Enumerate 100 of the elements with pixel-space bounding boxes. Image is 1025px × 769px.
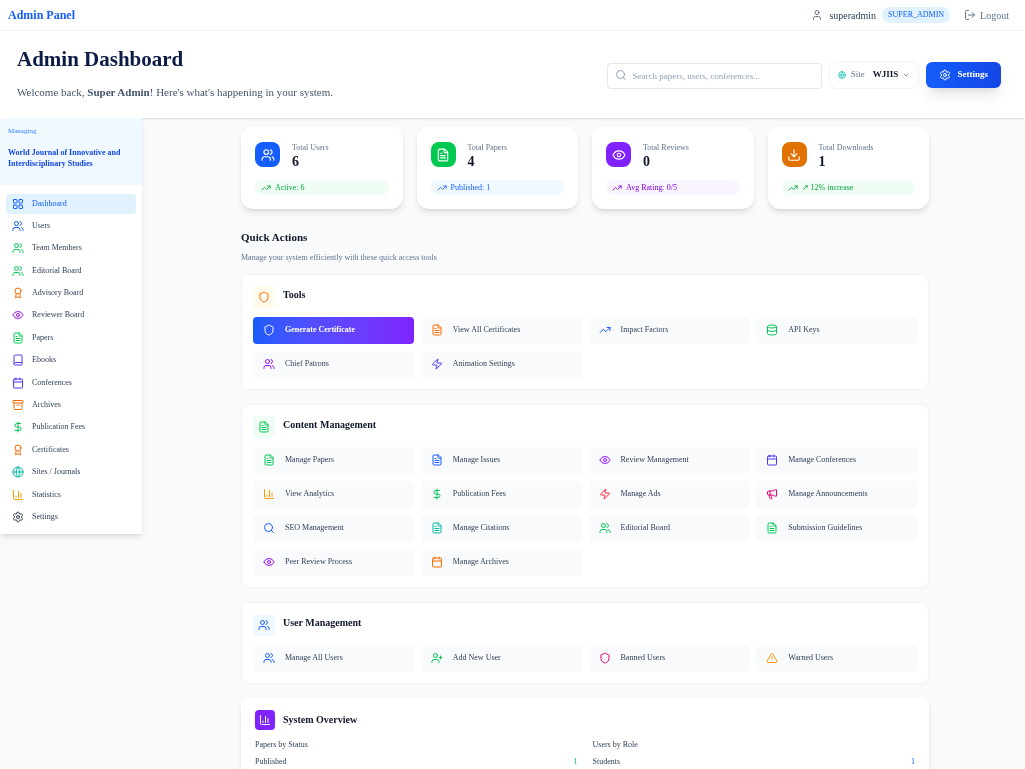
site-selector[interactable]: Site WJIIS <box>829 60 920 89</box>
eye-icon <box>263 556 275 568</box>
document-icon <box>263 454 275 466</box>
action-button[interactable]: Animation Settings <box>420 350 582 378</box>
action-button[interactable]: Banned Users <box>588 644 750 672</box>
sidebar-item[interactable]: Advisory Board <box>6 283 136 304</box>
trend-up-icon <box>261 182 271 193</box>
settings-button[interactable]: Settings <box>926 61 1001 88</box>
download-icon <box>781 142 807 167</box>
trend-up-icon <box>787 182 798 193</box>
role-badge: SUPER_ADMIN <box>882 7 951 23</box>
action-button[interactable]: Manage Citations <box>420 514 582 542</box>
users-icon <box>12 264 24 277</box>
eye-icon <box>606 142 631 167</box>
sidebar-item[interactable]: Archives <box>6 395 136 415</box>
user-icon <box>811 9 824 21</box>
action-button[interactable]: Submission Guidelines <box>756 514 917 542</box>
action-button[interactable]: Editorial Board <box>588 514 750 542</box>
lightning-icon <box>430 358 443 370</box>
users-icon <box>598 522 611 534</box>
settings-icon <box>12 510 24 523</box>
stat-note-text: ↗ 12% increase <box>801 181 854 194</box>
trend-up-icon <box>598 324 611 336</box>
action-button[interactable]: Chief Patrons <box>253 350 414 378</box>
stat-label: Total Users <box>292 142 329 154</box>
action-button[interactable]: Manage Ads <box>588 480 750 508</box>
page-title: Admin Dashboard <box>17 48 185 70</box>
logout-button[interactable]: Logout <box>964 7 1009 23</box>
sidebar-item[interactable]: Conferences <box>6 372 136 393</box>
sidebar-item[interactable]: Users <box>6 215 136 236</box>
sidebar-item[interactable]: Dashboard <box>6 193 136 214</box>
row-label: Students <box>592 755 621 768</box>
document-icon <box>253 415 275 438</box>
panel-title: System Overview <box>283 713 358 727</box>
panel-title: Tools <box>283 288 306 302</box>
sidebar-item[interactable]: Publication Fees <box>6 417 136 438</box>
panel-title: User Management <box>283 616 362 630</box>
document-icon <box>430 522 443 534</box>
action-button[interactable]: Review Management <box>588 446 750 474</box>
sidebar-item[interactable]: Sites / Journals <box>6 462 136 483</box>
action-button[interactable]: Generate Certificate <box>253 316 414 344</box>
sidebar-item[interactable]: Editorial Board <box>6 260 136 281</box>
stat-value: 4 <box>467 154 476 170</box>
section-heading: Quick Actions <box>241 230 309 245</box>
stat-label: Total Downloads <box>818 142 874 154</box>
stat-label: Total Papers <box>467 142 508 154</box>
sidebar-item[interactable]: Settings <box>6 506 136 527</box>
action-button[interactable]: Publication Fees <box>420 480 582 508</box>
action-button[interactable]: Manage All Users <box>253 644 414 672</box>
trend-up-icon <box>436 182 447 193</box>
action-button[interactable]: Impact Factors <box>588 316 750 344</box>
users-icon <box>263 358 275 370</box>
calendar-icon <box>12 376 24 389</box>
action-button[interactable]: Manage Issues <box>420 446 582 474</box>
sidebar-item[interactable]: Ebooks <box>6 350 136 371</box>
stat-note-text: Published: 1 <box>450 181 491 194</box>
settings-icon <box>939 68 952 81</box>
document-icon <box>12 331 24 344</box>
action-button[interactable]: SEO Management <box>253 514 414 542</box>
stat-label: Total Reviews <box>643 142 689 154</box>
action-button[interactable]: Manage Papers <box>253 446 414 474</box>
archive-icon <box>12 399 24 411</box>
shield-icon <box>263 324 275 336</box>
sidebar-item[interactable]: Reviewer Board <box>6 305 136 326</box>
document-icon <box>430 454 443 466</box>
action-button[interactable]: Peer Review Process <box>253 548 414 576</box>
eye-icon <box>598 454 611 466</box>
bar-chart-icon <box>12 488 24 501</box>
sidebar-item[interactable]: Statistics <box>6 484 136 505</box>
username: superadmin <box>829 8 877 23</box>
users-icon <box>255 142 280 167</box>
action-button[interactable]: View All Certificates <box>420 316 582 344</box>
sidebar-item[interactable]: Papers <box>6 327 136 348</box>
stat-value: 6 <box>292 154 300 170</box>
action-button[interactable]: API Keys <box>756 316 917 344</box>
stat-note-text: Avg Rating: 0/5 <box>626 181 677 194</box>
document-icon <box>430 142 456 167</box>
award-icon <box>12 287 24 300</box>
journal-name: World Journal of Innovative and Interdisciplinary Studies <box>8 146 122 169</box>
award-icon <box>12 443 24 456</box>
brand-title[interactable]: Admin Panel <box>8 6 75 24</box>
book-icon <box>12 354 24 367</box>
action-button[interactable]: View Analytics <box>253 480 414 508</box>
section-subtitle: Manage your system efficiently with these quick access tools <box>241 251 438 264</box>
search-field[interactable]: Search papers, users, conferences... <box>607 62 823 89</box>
eye-icon <box>12 309 24 322</box>
row-value: 1 <box>573 755 578 768</box>
action-button[interactable]: Manage Archives <box>420 548 582 576</box>
sidebar-item[interactable]: Certificates <box>6 439 136 460</box>
stat-value: 0 <box>643 154 651 170</box>
document-icon <box>766 522 779 534</box>
search-icon <box>615 68 628 81</box>
action-button[interactable]: Manage Conferences <box>756 446 917 474</box>
sidebar-item[interactable]: Team Members <box>6 238 136 259</box>
action-button[interactable]: Warned Users <box>756 644 917 672</box>
logout-icon <box>964 9 977 21</box>
dollar-icon <box>12 421 24 434</box>
row-label: Published <box>255 755 287 768</box>
action-button[interactable]: Add New User <box>420 644 582 672</box>
action-button[interactable]: Manage Announcements <box>756 480 917 508</box>
